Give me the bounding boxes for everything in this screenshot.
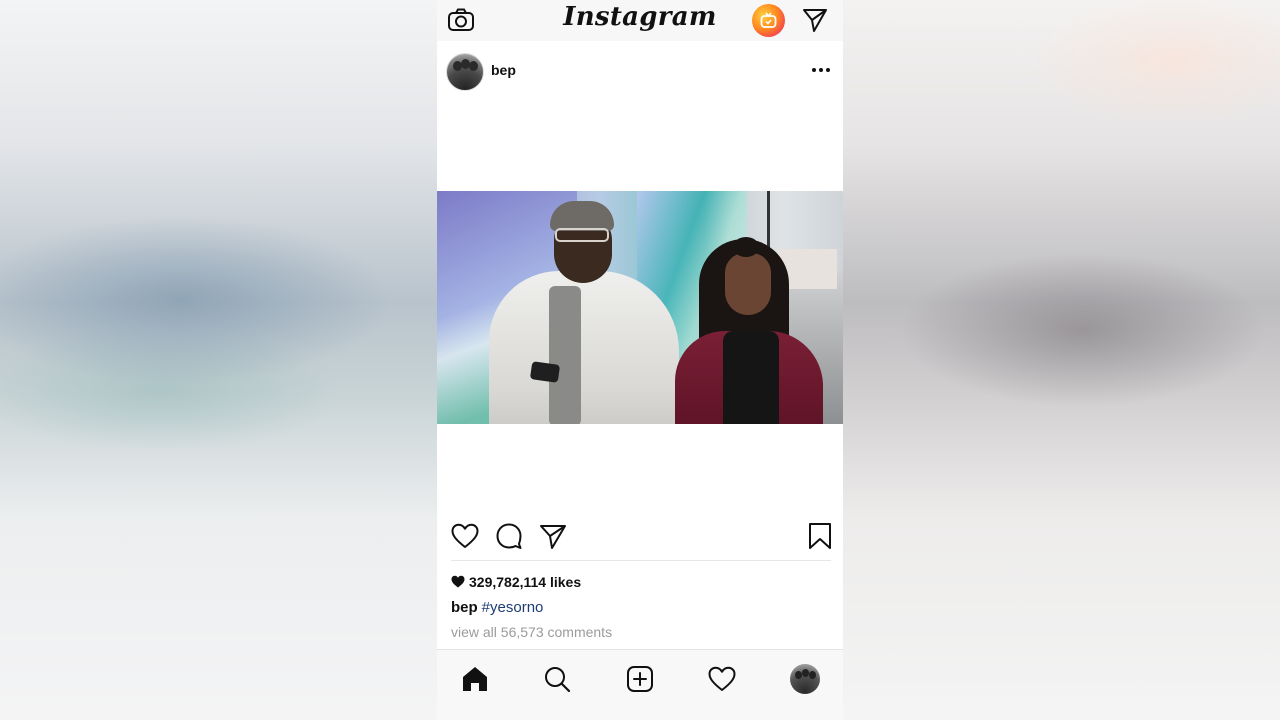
- search-icon[interactable]: [542, 664, 572, 694]
- avatar[interactable]: [446, 53, 484, 91]
- activity-heart-icon[interactable]: [707, 664, 737, 694]
- filled-heart-icon: [451, 575, 465, 588]
- likes-count[interactable]: 329,782,114 likes: [451, 574, 581, 590]
- post-video[interactable]: [437, 191, 843, 424]
- more-options-icon[interactable]: [809, 60, 833, 80]
- bookmark-icon[interactable]: [805, 521, 835, 551]
- divider: [451, 560, 831, 561]
- bottom-tab-bar: [437, 649, 843, 720]
- post-header: bep: [437, 52, 843, 91]
- likes-text: 329,782,114 likes: [469, 574, 582, 590]
- comment-icon[interactable]: [494, 521, 524, 551]
- instagram-feed-screen: Instagram bep 329,782,114 likes bep #yes…: [437, 0, 843, 720]
- direct-send-icon[interactable]: [801, 7, 829, 33]
- post-actions-bar: [437, 519, 843, 553]
- blurred-background-left: [0, 0, 437, 720]
- igtv-icon[interactable]: [752, 4, 785, 37]
- heart-icon[interactable]: [450, 521, 480, 551]
- caption-hashtag[interactable]: #yesorno: [482, 599, 544, 616]
- post-username[interactable]: bep: [491, 62, 516, 78]
- home-icon[interactable]: [460, 664, 490, 694]
- add-post-icon[interactable]: [625, 664, 655, 694]
- top-navigation-bar: Instagram: [437, 0, 843, 41]
- post-caption: bep #yesorno: [451, 599, 543, 616]
- share-icon[interactable]: [538, 521, 568, 551]
- blurred-background-right: [843, 0, 1280, 720]
- view-comments-link[interactable]: view all 56,573 comments: [451, 624, 612, 640]
- caption-username[interactable]: bep: [451, 599, 478, 616]
- profile-avatar[interactable]: [790, 664, 820, 694]
